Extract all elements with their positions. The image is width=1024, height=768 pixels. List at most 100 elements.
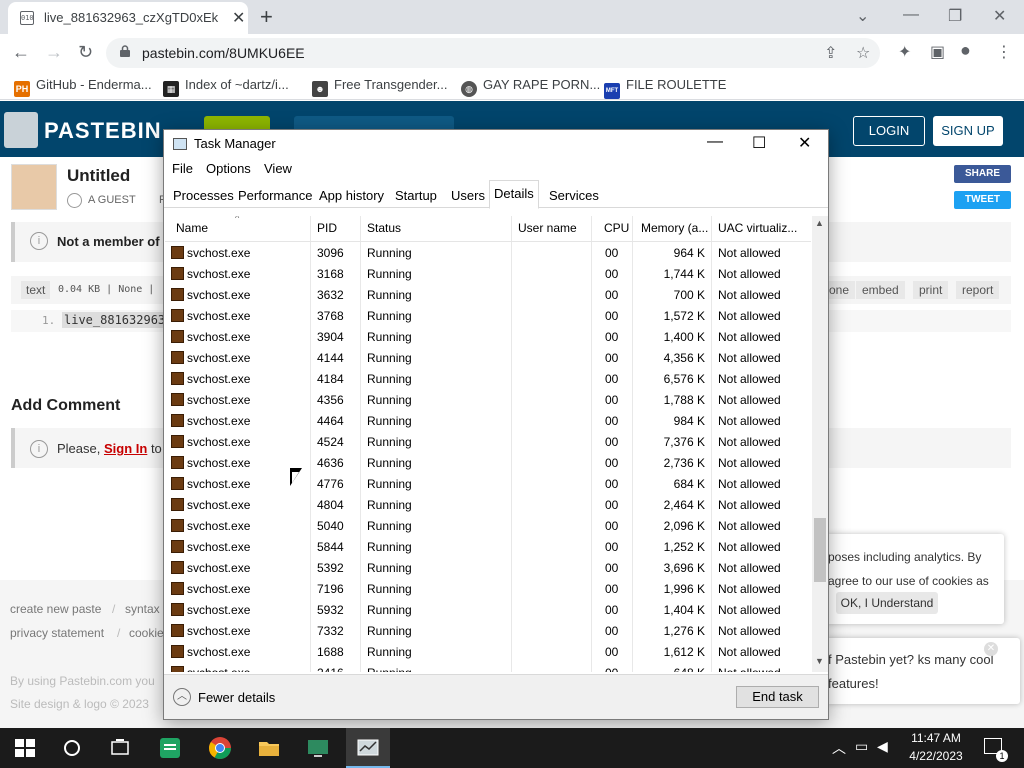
clock-time[interactable]: 11:47 AM — [906, 731, 966, 745]
side-panel-icon[interactable]: ▣ — [930, 42, 945, 62]
table-row[interactable]: svchost.exe 4804 Running 00 2,464 K Not allow… — [165, 494, 811, 515]
table-row[interactable]: svchost.exe 4464 Running 00 984 K Not allowed — [165, 410, 811, 431]
code-line[interactable]: live_881632963_ — [62, 312, 175, 328]
bookmark-item[interactable]: PH GitHub - Enderma... — [14, 77, 152, 97]
minimize-icon[interactable]: — — [707, 133, 723, 151]
pastebin-logo[interactable] — [4, 112, 38, 148]
scroll-down-icon[interactable]: ▼ — [815, 656, 824, 666]
close-promo-icon[interactable]: ✕ — [984, 642, 998, 656]
table-row[interactable]: svchost.exe 4184 Running 00 6,576 K Not allow… — [165, 368, 811, 389]
table-row[interactable]: svchost.exe 4524 Running 00 7,376 K Not allow… — [165, 431, 811, 452]
chevron-up-icon[interactable]: ︿ — [173, 688, 191, 706]
tab-details[interactable]: Details — [489, 180, 539, 209]
task-manager-titlebar[interactable]: Task Manager — ☐ ✕ — [164, 130, 828, 158]
menu-view[interactable]: View — [264, 161, 292, 176]
menu-options[interactable]: Options — [206, 161, 251, 176]
scrollbar-thumb[interactable] — [814, 518, 826, 582]
close-icon[interactable]: ✕ — [798, 133, 811, 153]
signup-button[interactable]: SIGN UP — [933, 116, 1003, 146]
table-row[interactable]: svchost.exe 4776 Running 00 684 K Not allowed — [165, 473, 811, 494]
table-row[interactable]: svchost.exe 4356 Running 00 1,788 K Not allow… — [165, 389, 811, 410]
facebook-share-button[interactable]: SHARE — [954, 165, 1011, 183]
bookmark-item[interactable]: ☻ Free Transgender... — [312, 77, 447, 97]
table-row[interactable]: svchost.exe 5040 Running 00 2,096 K Not allow… — [165, 515, 811, 536]
tab-services[interactable]: Services — [544, 182, 604, 208]
tab-users[interactable]: Users — [446, 182, 490, 208]
restore-icon[interactable]: ❐ — [948, 6, 962, 26]
chrome-menu-icon[interactable]: ⋮ — [996, 42, 1012, 62]
table-row[interactable]: svchost.exe 2416 Running 00 648 K Not allowed — [165, 662, 811, 672]
syntax-tag[interactable]: text — [21, 281, 51, 299]
spreadsheet-app-icon[interactable] — [158, 736, 182, 760]
column-name[interactable]: Name — [176, 221, 208, 235]
report-button[interactable]: report — [956, 281, 1000, 299]
table-row[interactable]: svchost.exe 4144 Running 00 4,356 K Not allow… — [165, 347, 811, 368]
scroll-up-icon[interactable]: ▲ — [815, 218, 824, 228]
tab-search-chevron-icon[interactable]: ⌄ — [856, 6, 869, 26]
table-row[interactable]: svchost.exe 4636 Running 00 2,736 K Not allow… — [165, 452, 811, 473]
table-row[interactable]: svchost.exe 1688 Running 00 1,612 K Not allow… — [165, 641, 811, 662]
vertical-scrollbar[interactable]: ▲ ▼ — [812, 216, 828, 672]
bookmark-star-icon[interactable]: ☆ — [856, 43, 870, 63]
file-explorer-icon[interactable] — [257, 736, 281, 760]
column-uac[interactable]: UAC virtualiz... — [718, 221, 808, 235]
table-row[interactable]: svchost.exe 3632 Running 00 700 K Not allowed — [165, 284, 811, 305]
table-row[interactable]: svchost.exe 3904 Running 00 1,400 K Not allow… — [165, 326, 811, 347]
task-view-icon[interactable] — [108, 736, 132, 760]
app-monitor-icon[interactable] — [306, 736, 330, 760]
new-tab-icon[interactable]: + — [260, 4, 273, 30]
browser-tab[interactable]: 010 live_881632963_czXgTD0xEk ✕ — [8, 2, 248, 34]
bookmark-item[interactable]: MFT FILE ROULETTE — [604, 77, 726, 99]
end-task-button[interactable]: End task — [736, 686, 819, 708]
share-icon[interactable]: ⇪ — [824, 43, 837, 63]
table-row[interactable]: svchost.exe 5932 Running 00 1,404 K Not allow… — [165, 599, 811, 620]
column-pid[interactable]: PID — [317, 221, 337, 235]
embed-button[interactable]: embed — [856, 281, 905, 299]
reload-icon[interactable]: ↻ — [78, 42, 93, 63]
table-row[interactable]: svchost.exe 5844 Running 00 1,252 K Not allow… — [165, 536, 811, 557]
table-row[interactable]: svchost.exe 3168 Running 00 1,744 K Not allow… — [165, 263, 811, 284]
footer-link-cookie[interactable]: cookie — [129, 626, 164, 640]
close-tab-icon[interactable]: ✕ — [232, 8, 245, 28]
tab-performance[interactable]: Performance — [233, 182, 317, 208]
maximize-icon[interactable]: ☐ — [752, 133, 766, 153]
bookmark-item[interactable]: ◍ GAY RAPE PORN... — [461, 77, 600, 97]
forward-icon[interactable]: → — [45, 42, 63, 63]
table-row[interactable]: svchost.exe 3096 Running 00 964 K Not allowed — [165, 242, 811, 263]
fewer-details-link[interactable]: Fewer details — [198, 690, 275, 705]
clock-date[interactable]: 4/22/2023 — [900, 749, 972, 763]
sign-in-link[interactable]: Sign In — [104, 441, 147, 456]
chrome-icon[interactable] — [208, 736, 232, 760]
footer-link-create[interactable]: create new paste — [10, 602, 101, 616]
tab-startup[interactable]: Startup — [390, 182, 442, 208]
back-icon[interactable]: ← — [12, 42, 30, 63]
address-bar[interactable]: pastebin.com/8UMKU6EE ⇪ ☆ — [106, 38, 880, 68]
column-memory[interactable]: Memory (a... — [641, 221, 709, 235]
profile-avatar-icon[interactable]: ● — [960, 40, 971, 61]
network-icon[interactable]: ▭ — [855, 738, 868, 755]
volume-muted-icon[interactable]: ◀ — [877, 738, 888, 755]
show-hidden-icons-icon[interactable]: ︿ — [832, 738, 846, 758]
windows-start-icon[interactable] — [13, 736, 37, 760]
menu-file[interactable]: File — [172, 161, 193, 176]
footer-link-syntax[interactable]: syntax — [125, 602, 160, 616]
task-manager-taskbar-button[interactable] — [346, 728, 390, 768]
extensions-icon[interactable]: ✦ — [898, 42, 911, 62]
table-row[interactable]: svchost.exe 7332 Running 00 1,276 K Not allow… — [165, 620, 811, 641]
table-row[interactable]: svchost.exe 7196 Running 00 1,996 K Not allow… — [165, 578, 811, 599]
footer-link-privacy[interactable]: privacy statement — [10, 626, 104, 640]
search-icon[interactable] — [60, 736, 84, 760]
login-button[interactable]: LOGIN — [853, 116, 925, 146]
minimize-icon[interactable]: — — [903, 6, 919, 24]
pastebin-brand[interactable]: PASTEBIN — [44, 118, 162, 144]
column-user-name[interactable]: User name — [518, 221, 577, 235]
table-row[interactable]: svchost.exe 3768 Running 00 1,572 K Not allow… — [165, 305, 811, 326]
column-cpu[interactable]: CPU — [604, 221, 629, 235]
bookmark-item[interactable]: ▦ Index of ~dartz/i... — [163, 77, 289, 97]
table-row[interactable]: svchost.exe 5392 Running 00 3,696 K Not allow… — [165, 557, 811, 578]
tab-app-history[interactable]: App history — [314, 182, 389, 208]
cookie-accept-button[interactable]: OK, I Understand — [836, 592, 938, 614]
print-button[interactable]: print — [913, 281, 949, 299]
column-status[interactable]: Status — [367, 221, 401, 235]
tab-processes[interactable]: Processes — [168, 182, 239, 208]
